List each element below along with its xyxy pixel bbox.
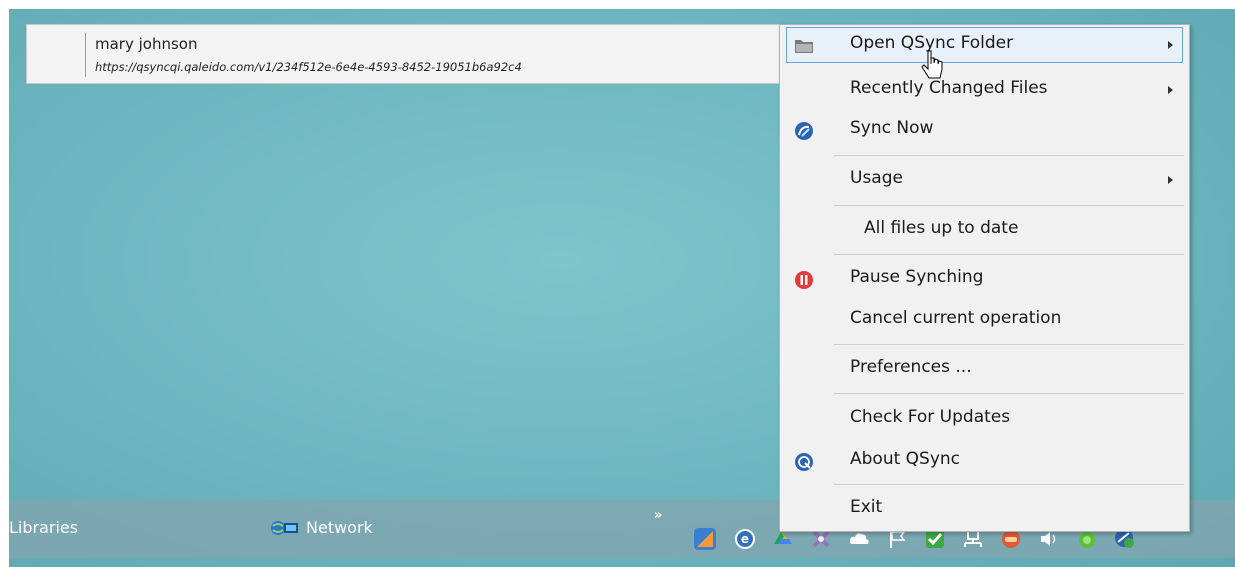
menu-item-recently-changed-files[interactable]: Recently Changed Files <box>780 72 1189 108</box>
menu-item-label: Exit <box>850 497 883 517</box>
pause-icon <box>795 271 813 289</box>
menu-item-label: Recently Changed Files <box>850 78 1048 98</box>
menu-separator <box>834 155 1184 156</box>
menu-item-exit[interactable]: Exit <box>780 491 1189 527</box>
menu-item-label: Preferences ... <box>850 357 972 377</box>
qsync-about-icon <box>795 453 813 471</box>
menu-item-preferences[interactable]: Preferences ... <box>780 351 1189 387</box>
menu-item-label: Check For Updates <box>850 407 1011 427</box>
account-user-name: mary johnson <box>95 35 198 53</box>
header-separator <box>85 33 86 77</box>
menu-item-sync-now[interactable]: Sync Now <box>780 112 1189 148</box>
menu-item-pause-synching[interactable]: Pause Synching <box>780 261 1189 297</box>
menu-separator <box>834 205 1184 206</box>
submenu-arrow-icon <box>1168 86 1173 94</box>
account-header: mary johnson https://qsyncqi.qaleido.com… <box>26 24 786 84</box>
menu-item-label: Cancel current operation <box>850 308 1062 328</box>
menu-item-cancel-current-operation[interactable]: Cancel current operation <box>780 302 1189 338</box>
sync-status-label: All files up to date <box>864 218 1019 238</box>
menu-item-check-for-updates[interactable]: Check For Updates <box>780 401 1189 437</box>
account-server-url: https://qsyncqi.qaleido.com/v1/234f512e-… <box>95 60 522 74</box>
qsync-icon <box>795 122 813 140</box>
menu-item-status: All files up to date <box>780 212 1189 248</box>
menu-separator <box>834 393 1184 394</box>
qsync-tray-icon[interactable] <box>694 528 716 550</box>
folder-icon <box>795 40 813 53</box>
submenu-arrow-icon <box>1168 176 1173 184</box>
menu-item-open-qsync-folder[interactable]: Open QSync Folder <box>786 27 1183 63</box>
svg-text:e: e <box>741 532 749 546</box>
menu-item-label: About QSync <box>850 449 961 469</box>
menu-item-usage[interactable]: Usage <box>780 162 1189 198</box>
taskbar-overflow-button[interactable]: » <box>654 508 662 523</box>
browser-e-icon[interactable]: e <box>734 528 756 550</box>
menu-item-about-qsync[interactable]: About QSync <box>780 443 1189 479</box>
menu-separator <box>834 344 1184 345</box>
menu-item-label: Usage <box>850 168 903 188</box>
submenu-arrow-icon <box>1168 41 1173 49</box>
network-icon <box>271 521 298 535</box>
taskbar-libraries-link[interactable]: Libraries <box>9 518 78 537</box>
taskbar-network-link[interactable]: Network <box>306 518 373 537</box>
menu-separator <box>834 254 1184 255</box>
menu-item-label: Pause Synching <box>850 267 984 287</box>
qsync-context-menu: Open QSync Folder Recently Changed Files… <box>779 24 1190 532</box>
menu-separator <box>834 484 1184 485</box>
mouse-cursor-icon <box>921 50 943 79</box>
menu-item-label: Sync Now <box>850 118 934 138</box>
